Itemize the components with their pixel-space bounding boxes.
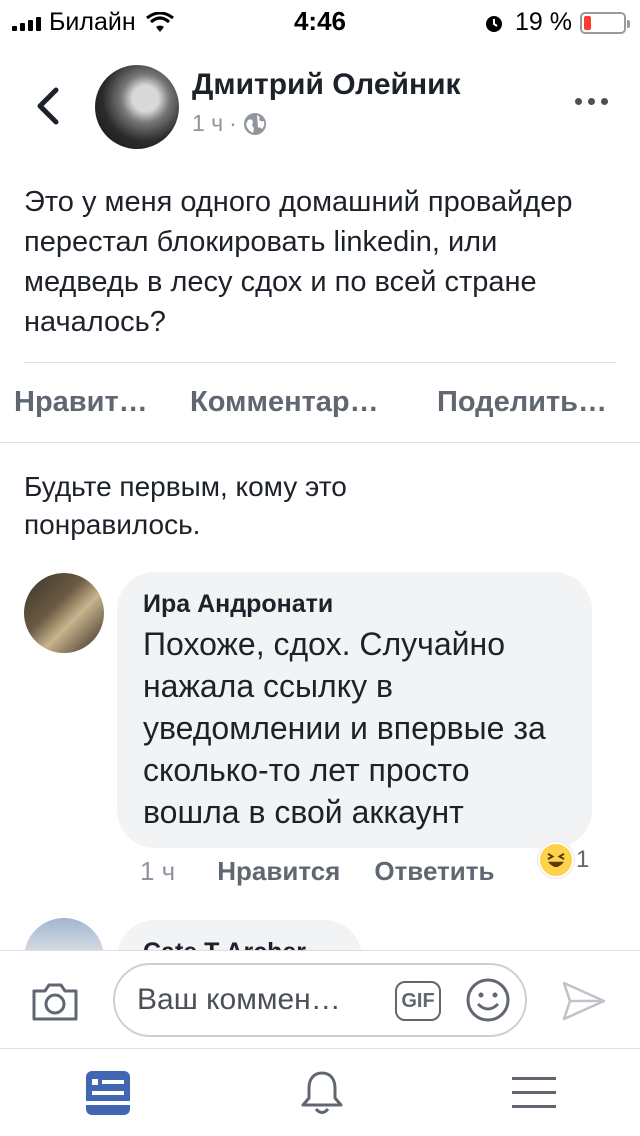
battery-percent: 19 %: [515, 8, 572, 36]
comment-reactions[interactable]: 1: [538, 842, 589, 878]
post-actions: Нравит… Комментар… Поделить…: [0, 380, 640, 430]
commenter-name[interactable]: Ира Андронати: [143, 590, 566, 619]
back-button[interactable]: [30, 84, 66, 128]
news-feed-icon[interactable]: [82, 1067, 134, 1119]
author-avatar[interactable]: [95, 65, 179, 149]
like-button[interactable]: Нравит…: [14, 386, 148, 419]
comment-button[interactable]: Комментар…: [190, 386, 379, 419]
globe-icon: [243, 112, 266, 135]
send-icon[interactable]: [560, 979, 608, 1023]
comment-placeholder: Ваш коммен…: [137, 983, 341, 1016]
gif-button[interactable]: GIF: [395, 981, 441, 1021]
comment-reply-button[interactable]: Ответить: [374, 856, 494, 887]
battery-icon: [580, 11, 630, 34]
share-button[interactable]: Поделить…: [437, 386, 607, 419]
battery-fill: [584, 15, 592, 30]
divider: [0, 442, 640, 443]
alarm-icon: [486, 15, 503, 32]
menu-hamburger-icon[interactable]: [508, 1067, 560, 1119]
comment-composer: Ваш коммен… GIF: [0, 950, 640, 1048]
tab-bar: [0, 1048, 640, 1136]
laughing-emoji-icon: [538, 842, 574, 878]
post-time: 1 ч: [192, 110, 224, 136]
status-bar: Билайн 4:46 19 %: [0, 0, 640, 40]
comment-input[interactable]: Ваш коммен… GIF: [113, 963, 527, 1037]
comment-time: 1 ч: [140, 856, 176, 886]
camera-icon[interactable]: [30, 981, 80, 1023]
more-dot: [588, 98, 595, 105]
more-options-button[interactable]: [575, 98, 608, 105]
divider: [24, 362, 616, 363]
comment-text: Похоже, сдох. Случайно нажала ссылку в у…: [143, 626, 546, 830]
notifications-bell-icon[interactable]: [296, 1067, 348, 1119]
commenter-avatar[interactable]: [24, 573, 104, 653]
reaction-count: 1: [576, 846, 590, 873]
comment-meta: 1 ч Нравится Ответить: [140, 856, 495, 887]
post-header: Дмитрий Олейник 1 ч ·: [0, 60, 640, 160]
post-meta: 1 ч ·: [192, 110, 267, 137]
first-like-prompt: Будьте первым, кому это понравилось.: [24, 471, 347, 540]
comment-bubble: Ира Андронати Похоже, сдох. Случайно наж…: [117, 572, 592, 848]
meta-separator: ·: [229, 110, 237, 136]
more-dot: [601, 98, 608, 105]
sticker-smiley-icon[interactable]: [465, 977, 511, 1023]
status-right: 19 %: [483, 8, 630, 37]
author-name[interactable]: Дмитрий Олейник: [192, 68, 461, 102]
comment-like-button[interactable]: Нравится: [217, 856, 340, 887]
post-text: Это у меня одного домашний провайдер пер…: [24, 186, 573, 338]
more-dot: [575, 98, 582, 105]
